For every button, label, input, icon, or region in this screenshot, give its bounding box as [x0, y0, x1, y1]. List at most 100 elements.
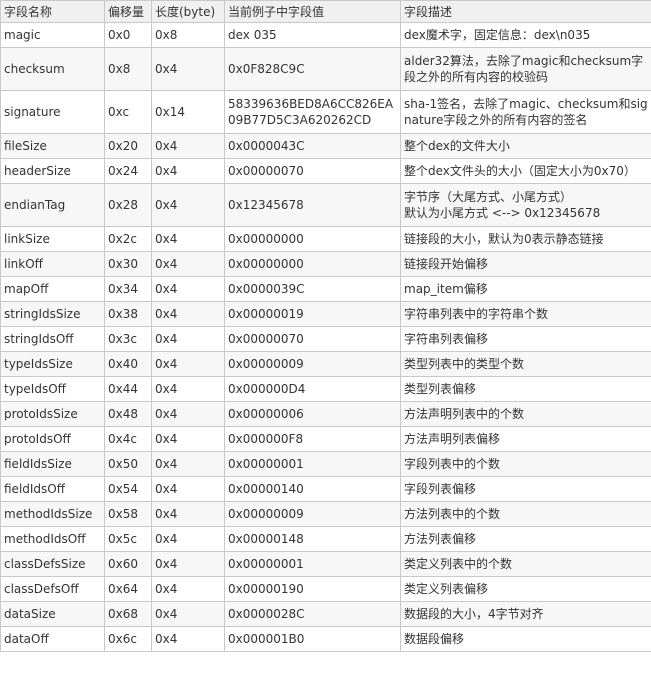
description-cell: 整个dex的文件大小: [400, 133, 651, 159]
table-row: typeIdsSize 0x40 0x4 0x00000009 类型列表中的类型…: [0, 351, 651, 377]
offset-cell: 0x68: [104, 601, 152, 627]
offset-cell: 0x5c: [104, 526, 152, 552]
table-row: classDefsOff 0x64 0x4 0x00000190 类定义列表偏移: [0, 576, 651, 602]
field-name-cell: linkOff: [0, 251, 105, 277]
field-name-cell: classDefsOff: [0, 576, 105, 602]
offset-cell: 0x4c: [104, 426, 152, 452]
offset-cell: 0x20: [104, 133, 152, 159]
table-row: headerSize 0x24 0x4 0x00000070 整个dex文件头的…: [0, 158, 651, 184]
offset-cell: 0x30: [104, 251, 152, 277]
length-cell: 0x4: [151, 251, 225, 277]
offset-cell: 0x24: [104, 158, 152, 184]
offset-cell: 0x38: [104, 301, 152, 327]
field-name-cell: signature: [0, 90, 105, 134]
length-cell: 0x4: [151, 183, 225, 227]
table-row: linkOff 0x30 0x4 0x00000000 链接段开始偏移: [0, 251, 651, 277]
table-row: checksum 0x8 0x4 0x0F828C9C alder32算法，去除…: [0, 47, 651, 91]
length-cell: 0x4: [151, 351, 225, 377]
length-cell: 0x8: [151, 22, 225, 48]
description-cell: map_item偏移: [400, 276, 651, 302]
description-line: 默认为小尾方式 <--> 0x12345678: [404, 206, 601, 220]
value-cell: 0x00000019: [224, 301, 401, 327]
field-name-cell: methodIdsSize: [0, 501, 105, 527]
offset-cell: 0x40: [104, 351, 152, 377]
description-line: 字节序（大尾方式、小尾方式）: [404, 190, 573, 204]
header-description: 字段描述: [400, 0, 651, 23]
description-cell: 类定义列表中的个数: [400, 551, 651, 577]
table-row: linkSize 0x2c 0x4 0x00000000 链接段的大小，默认为0…: [0, 226, 651, 252]
length-cell: 0x4: [151, 158, 225, 184]
description-cell: 方法列表偏移: [400, 526, 651, 552]
length-cell: 0x4: [151, 551, 225, 577]
description-cell: 方法声明列表中的个数: [400, 401, 651, 427]
description-cell: 方法列表中的个数: [400, 501, 651, 527]
description-cell: 类型列表中的类型个数: [400, 351, 651, 377]
dex-header-table: 字段名称 偏移量 长度(byte) 当前例子中字段值 字段描述 magic 0x…: [0, 0, 651, 652]
offset-cell: 0x34: [104, 276, 152, 302]
offset-cell: 0x3c: [104, 326, 152, 352]
offset-cell: 0x58: [104, 501, 152, 527]
value-cell: 0x00000009: [224, 351, 401, 377]
field-name-cell: fileSize: [0, 133, 105, 159]
table-row: methodIdsSize 0x58 0x4 0x00000009 方法列表中的…: [0, 501, 651, 527]
header-length: 长度(byte): [151, 0, 225, 23]
header-offset: 偏移量: [104, 0, 152, 23]
length-cell: 0x4: [151, 226, 225, 252]
description-cell: sha-1签名，去除了magic、checksum和signature字段之外的…: [400, 90, 651, 134]
field-name-cell: fieldIdsOff: [0, 476, 105, 502]
value-cell: 0x00000140: [224, 476, 401, 502]
value-cell: 0x00000009: [224, 501, 401, 527]
value-cell: 0x00000000: [224, 226, 401, 252]
table-row: dataSize 0x68 0x4 0x0000028C 数据段的大小，4字节对…: [0, 601, 651, 627]
length-cell: 0x4: [151, 301, 225, 327]
value-cell: 0x00000070: [224, 158, 401, 184]
offset-cell: 0xc: [104, 90, 152, 134]
description-cell: 方法声明列表偏移: [400, 426, 651, 452]
header-row: 字段名称 偏移量 长度(byte) 当前例子中字段值 字段描述: [0, 0, 651, 23]
length-cell: 0x4: [151, 626, 225, 652]
value-cell: 0x00000190: [224, 576, 401, 602]
length-cell: 0x4: [151, 376, 225, 402]
table-row: mapOff 0x34 0x4 0x0000039C map_item偏移: [0, 276, 651, 302]
table-row: fileSize 0x20 0x4 0x0000043C 整个dex的文件大小: [0, 133, 651, 159]
table-row: magic 0x0 0x8 dex 035 dex魔术字，固定信息：dex\n0…: [0, 22, 651, 48]
length-cell: 0x4: [151, 401, 225, 427]
length-cell: 0x4: [151, 326, 225, 352]
table-row: protoIdsSize 0x48 0x4 0x00000006 方法声明列表中…: [0, 401, 651, 427]
header-value: 当前例子中字段值: [224, 0, 401, 23]
value-cell: 0x00000000: [224, 251, 401, 277]
field-name-cell: headerSize: [0, 158, 105, 184]
description-cell: 数据段的大小，4字节对齐: [400, 601, 651, 627]
value-cell: 0x0F828C9C: [224, 47, 401, 91]
value-cell: 0x12345678: [224, 183, 401, 227]
offset-cell: 0x54: [104, 476, 152, 502]
length-cell: 0x4: [151, 501, 225, 527]
field-name-cell: typeIdsSize: [0, 351, 105, 377]
description-cell: 链接段的大小，默认为0表示静态链接: [400, 226, 651, 252]
offset-cell: 0x44: [104, 376, 152, 402]
description-cell: 类型列表偏移: [400, 376, 651, 402]
table-row: stringIdsOff 0x3c 0x4 0x00000070 字符串列表偏移: [0, 326, 651, 352]
field-name-cell: mapOff: [0, 276, 105, 302]
table-row: fieldIdsOff 0x54 0x4 0x00000140 字段列表偏移: [0, 476, 651, 502]
length-cell: 0x4: [151, 576, 225, 602]
length-cell: 0x14: [151, 90, 225, 134]
length-cell: 0x4: [151, 526, 225, 552]
field-name-cell: classDefsSize: [0, 551, 105, 577]
field-name-cell: fieldIdsSize: [0, 451, 105, 477]
description-cell: 整个dex文件头的大小（固定大小为0x70）: [400, 158, 651, 184]
offset-cell: 0x0: [104, 22, 152, 48]
value-cell: 0x000000D4: [224, 376, 401, 402]
length-cell: 0x4: [151, 476, 225, 502]
description-cell: 字节序（大尾方式、小尾方式） 默认为小尾方式 <--> 0x12345678: [400, 183, 651, 227]
offset-cell: 0x6c: [104, 626, 152, 652]
description-cell: 字段列表偏移: [400, 476, 651, 502]
table-row: signature 0xc 0x14 58339636BED8A6CC826EA…: [0, 90, 651, 134]
field-name-cell: endianTag: [0, 183, 105, 227]
field-name-cell: typeIdsOff: [0, 376, 105, 402]
offset-cell: 0x8: [104, 47, 152, 91]
description-cell: alder32算法，去除了magic和checksum字段之外的所有内容的校验码: [400, 47, 651, 91]
value-cell: 0x00000148: [224, 526, 401, 552]
table-row: stringIdsSize 0x38 0x4 0x00000019 字符串列表中…: [0, 301, 651, 327]
length-cell: 0x4: [151, 451, 225, 477]
